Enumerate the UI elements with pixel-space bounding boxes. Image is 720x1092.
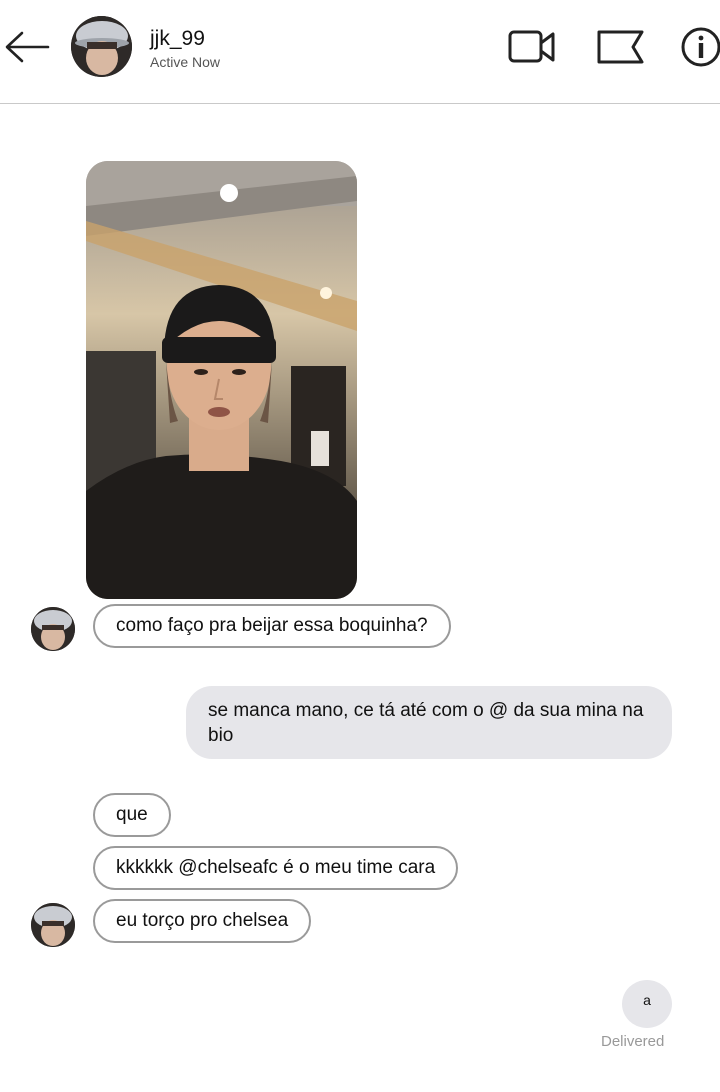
- info-icon[interactable]: [680, 26, 720, 68]
- chat-header: jjk_99 Active Now: [0, 0, 720, 104]
- active-status: Active Now: [150, 54, 221, 70]
- delivered-status: Delivered: [601, 1033, 665, 1050]
- contact-avatar-small[interactable]: [31, 903, 75, 947]
- video-call-icon[interactable]: [506, 26, 556, 68]
- contact-avatar[interactable]: [71, 16, 132, 77]
- message-bubble-incoming[interactable]: eu torço pro chelsea: [93, 899, 312, 943]
- contact-avatar-small[interactable]: [31, 607, 75, 651]
- contact-username[interactable]: jjk_99: [150, 27, 205, 51]
- message-bubble-outgoing[interactable]: se manca mano, ce tá até com o @ da sua …: [186, 686, 672, 759]
- message-bubble-incoming[interactable]: kkkkkk @chelseafc é o meu time cara: [93, 846, 459, 890]
- back-arrow-icon[interactable]: [2, 30, 52, 64]
- shared-photo[interactable]: [86, 161, 357, 599]
- message-bubble-outgoing[interactable]: a: [622, 980, 672, 1028]
- message-bubble-incoming[interactable]: como faço pra beijar essa boquinha?: [93, 604, 451, 648]
- message-bubble-incoming[interactable]: que: [93, 793, 171, 837]
- flag-icon[interactable]: [596, 26, 646, 68]
